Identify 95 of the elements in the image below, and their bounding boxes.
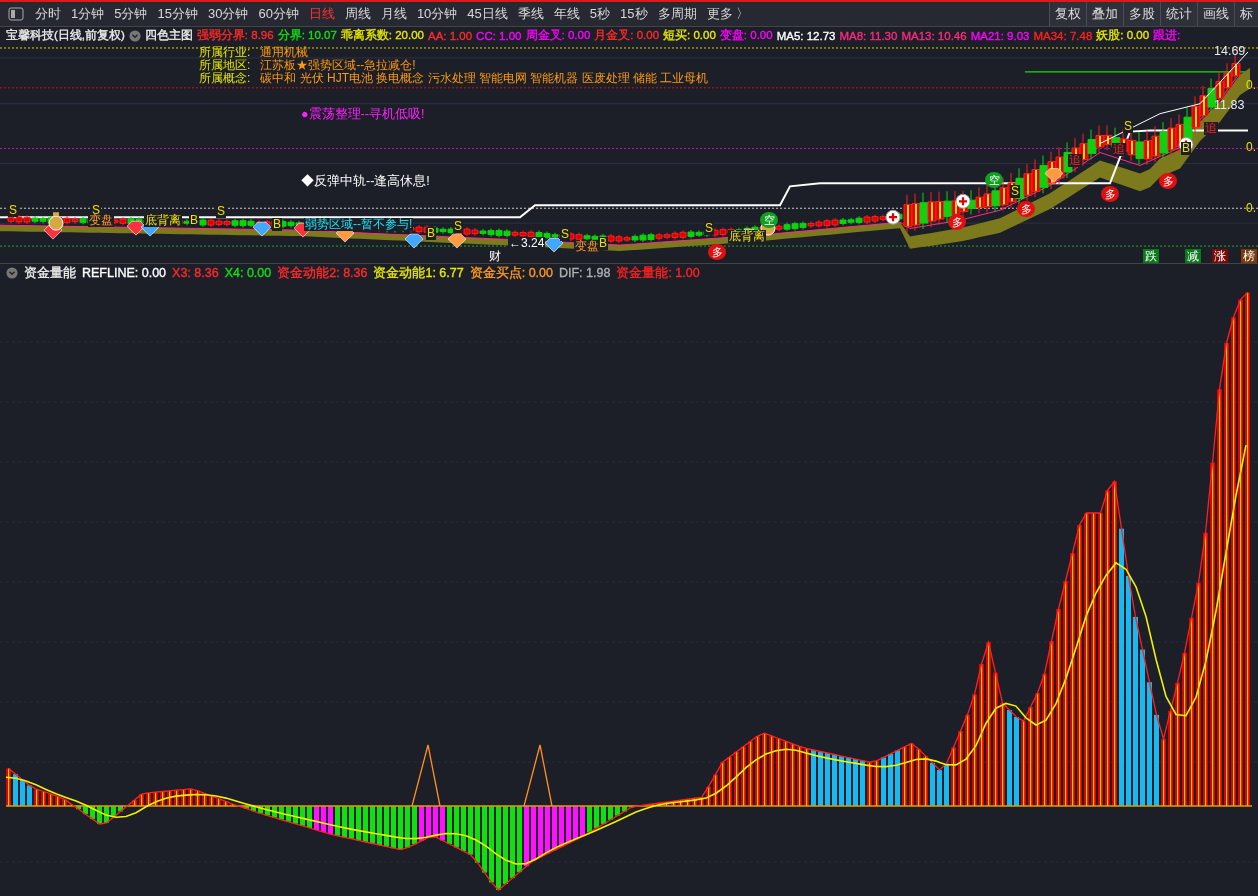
chart-marker: B: [272, 218, 282, 231]
chart-marker: 追: [1112, 143, 1126, 156]
period-tab[interactable]: 10分钟: [411, 3, 463, 25]
period-tab[interactable]: 1分钟: [66, 3, 110, 25]
period-tab[interactable]: 周线: [339, 3, 376, 25]
chart-marker: S: [704, 222, 714, 235]
legend-value: X3: 8.36: [172, 266, 219, 280]
legend-value: 分界: 10.07: [277, 28, 337, 43]
rating-badge: 跌: [1143, 249, 1159, 263]
chart-marker: 财: [488, 250, 502, 263]
signal-badge: 多: [708, 244, 726, 260]
info-value: 通用机械: [260, 46, 309, 59]
legend-value: 乖离系数: 20.00: [340, 28, 424, 43]
period-tab[interactable]: 多周期: [652, 3, 702, 25]
chart-marker: B: [1181, 142, 1191, 155]
period-tab[interactable]: 分时: [30, 3, 66, 25]
period-tab[interactable]: 更多 〉: [701, 3, 755, 25]
rating-badge: 减: [1185, 249, 1201, 263]
period-tab[interactable]: 年线: [548, 3, 585, 25]
chart-marker: 追: [1068, 154, 1082, 167]
period-tab[interactable]: 15分钟: [152, 3, 203, 25]
axis-label: 0.: [1246, 140, 1256, 154]
toolbar-button[interactable]: 画线: [1197, 2, 1234, 26]
legend-value: MA13: 10.46: [901, 29, 967, 42]
stock-title: 宝馨科技(日线,前复权): [6, 28, 125, 43]
rating-badge: 榜: [1241, 249, 1257, 263]
chart-marker: S: [453, 220, 463, 233]
signal-text: ●震荡整理--寻机低吸!: [301, 106, 425, 123]
axis-label: 0.: [1246, 201, 1256, 215]
period-tab[interactable]: 季线: [512, 3, 549, 25]
legend-value: X4: 0.00: [224, 266, 272, 280]
axis-label: 0.: [1246, 78, 1256, 92]
period-tab[interactable]: 日线: [303, 3, 340, 25]
period-tab[interactable]: 5秒: [584, 3, 616, 25]
chart-marker: 追: [1204, 122, 1218, 135]
chart-marker: 底背离: [728, 230, 766, 243]
info-value: 碳中和 光伏 HJT电池 换电概念 污水处理 智能电网 智能机器 医废处理 储能 工业母机: [260, 72, 709, 85]
chart-marker: S: [560, 228, 570, 241]
info-value: 江苏板★强势区域--急拉减仓!: [260, 59, 416, 72]
chart-marker: B: [426, 227, 436, 240]
signal-badge: 多: [1017, 201, 1035, 217]
legend-value: 短买: 0.00: [663, 28, 716, 43]
legend-value: 变盘: 0.00: [719, 28, 773, 43]
signal-badge: 空: [985, 172, 1003, 188]
signal-badge: 多: [1159, 173, 1177, 189]
legend-value: MA21: 9.03: [970, 29, 1030, 42]
chart-marker: 底背离: [144, 214, 182, 227]
info-label: 所属地区:: [199, 59, 251, 72]
legend-value: 资金量能: 1.00: [616, 264, 700, 282]
legend-value: 资金买点: 0.00: [469, 264, 553, 282]
signal-badge: 多: [948, 214, 966, 230]
chart-marker: B: [189, 214, 199, 227]
legend-value: REFLINE: 0.00: [82, 266, 167, 280]
toolbar-button[interactable]: 多股: [1123, 2, 1160, 26]
period-tab[interactable]: 45日线: [462, 3, 513, 25]
signal-text: ◆反弹中轨--逢高休息!: [301, 173, 430, 190]
toolbar-button[interactable]: 标: [1234, 2, 1258, 26]
period-tab[interactable]: 30分钟: [202, 3, 254, 25]
chart-marker: ←3.24: [508, 237, 546, 250]
chart-marker: S: [1123, 120, 1133, 133]
legend-value: 妖股: 0.00: [1096, 28, 1150, 43]
legend-value: 强弱分界: 8.96: [196, 28, 274, 43]
toolbar-button[interactable]: 叠加: [1086, 2, 1123, 26]
signal-badge: 多: [1101, 186, 1119, 202]
signal-badge: 空: [760, 212, 778, 228]
period-tab[interactable]: 月线: [375, 3, 412, 25]
period-tab[interactable]: 5分钟: [109, 3, 153, 25]
legend-value: 资金动能2: 8.36: [277, 264, 368, 282]
legend-value: AA: 1.00: [428, 29, 473, 42]
chart-marker: B: [598, 237, 608, 250]
chart-marker: S: [8, 204, 18, 217]
price-label: 11.83: [1214, 98, 1245, 112]
period-tab[interactable]: 15秒: [615, 3, 653, 25]
price-label: 14.69: [1214, 44, 1246, 58]
chart-marker: 弱势区域--暂不参与!: [304, 218, 414, 231]
rating-badge: 涨: [1212, 249, 1228, 263]
chart-marker: 变盘: [574, 240, 600, 253]
legend-value: CC: 1.00: [476, 29, 522, 42]
period-tab[interactable]: 60分钟: [253, 3, 304, 25]
legend-value: MA5: 12.73: [776, 29, 836, 42]
legend-value: 跟进:: [1153, 28, 1181, 43]
chart-marker: S: [1010, 185, 1020, 198]
legend-value: 资金动能1: 6.77: [373, 264, 464, 282]
info-label: 所属概念:: [199, 72, 251, 85]
toolbar-button[interactable]: 复权: [1049, 2, 1086, 26]
legend-value: MA34: 7.48: [1033, 29, 1093, 42]
chart-marker: S: [216, 205, 226, 218]
legend-value: DIF: 1.98: [559, 266, 611, 280]
indicator-name: 资金量能: [24, 264, 76, 282]
info-label: 所属行业:: [199, 46, 251, 59]
legend-value: 月金叉: 0.00: [594, 28, 660, 43]
legend-value: 周金叉: 0.00: [525, 28, 591, 43]
indicator-name: 四色主图: [144, 28, 193, 43]
legend-value: MA8: 11.30: [839, 29, 898, 42]
toolbar-button[interactable]: 统计: [1160, 2, 1197, 26]
